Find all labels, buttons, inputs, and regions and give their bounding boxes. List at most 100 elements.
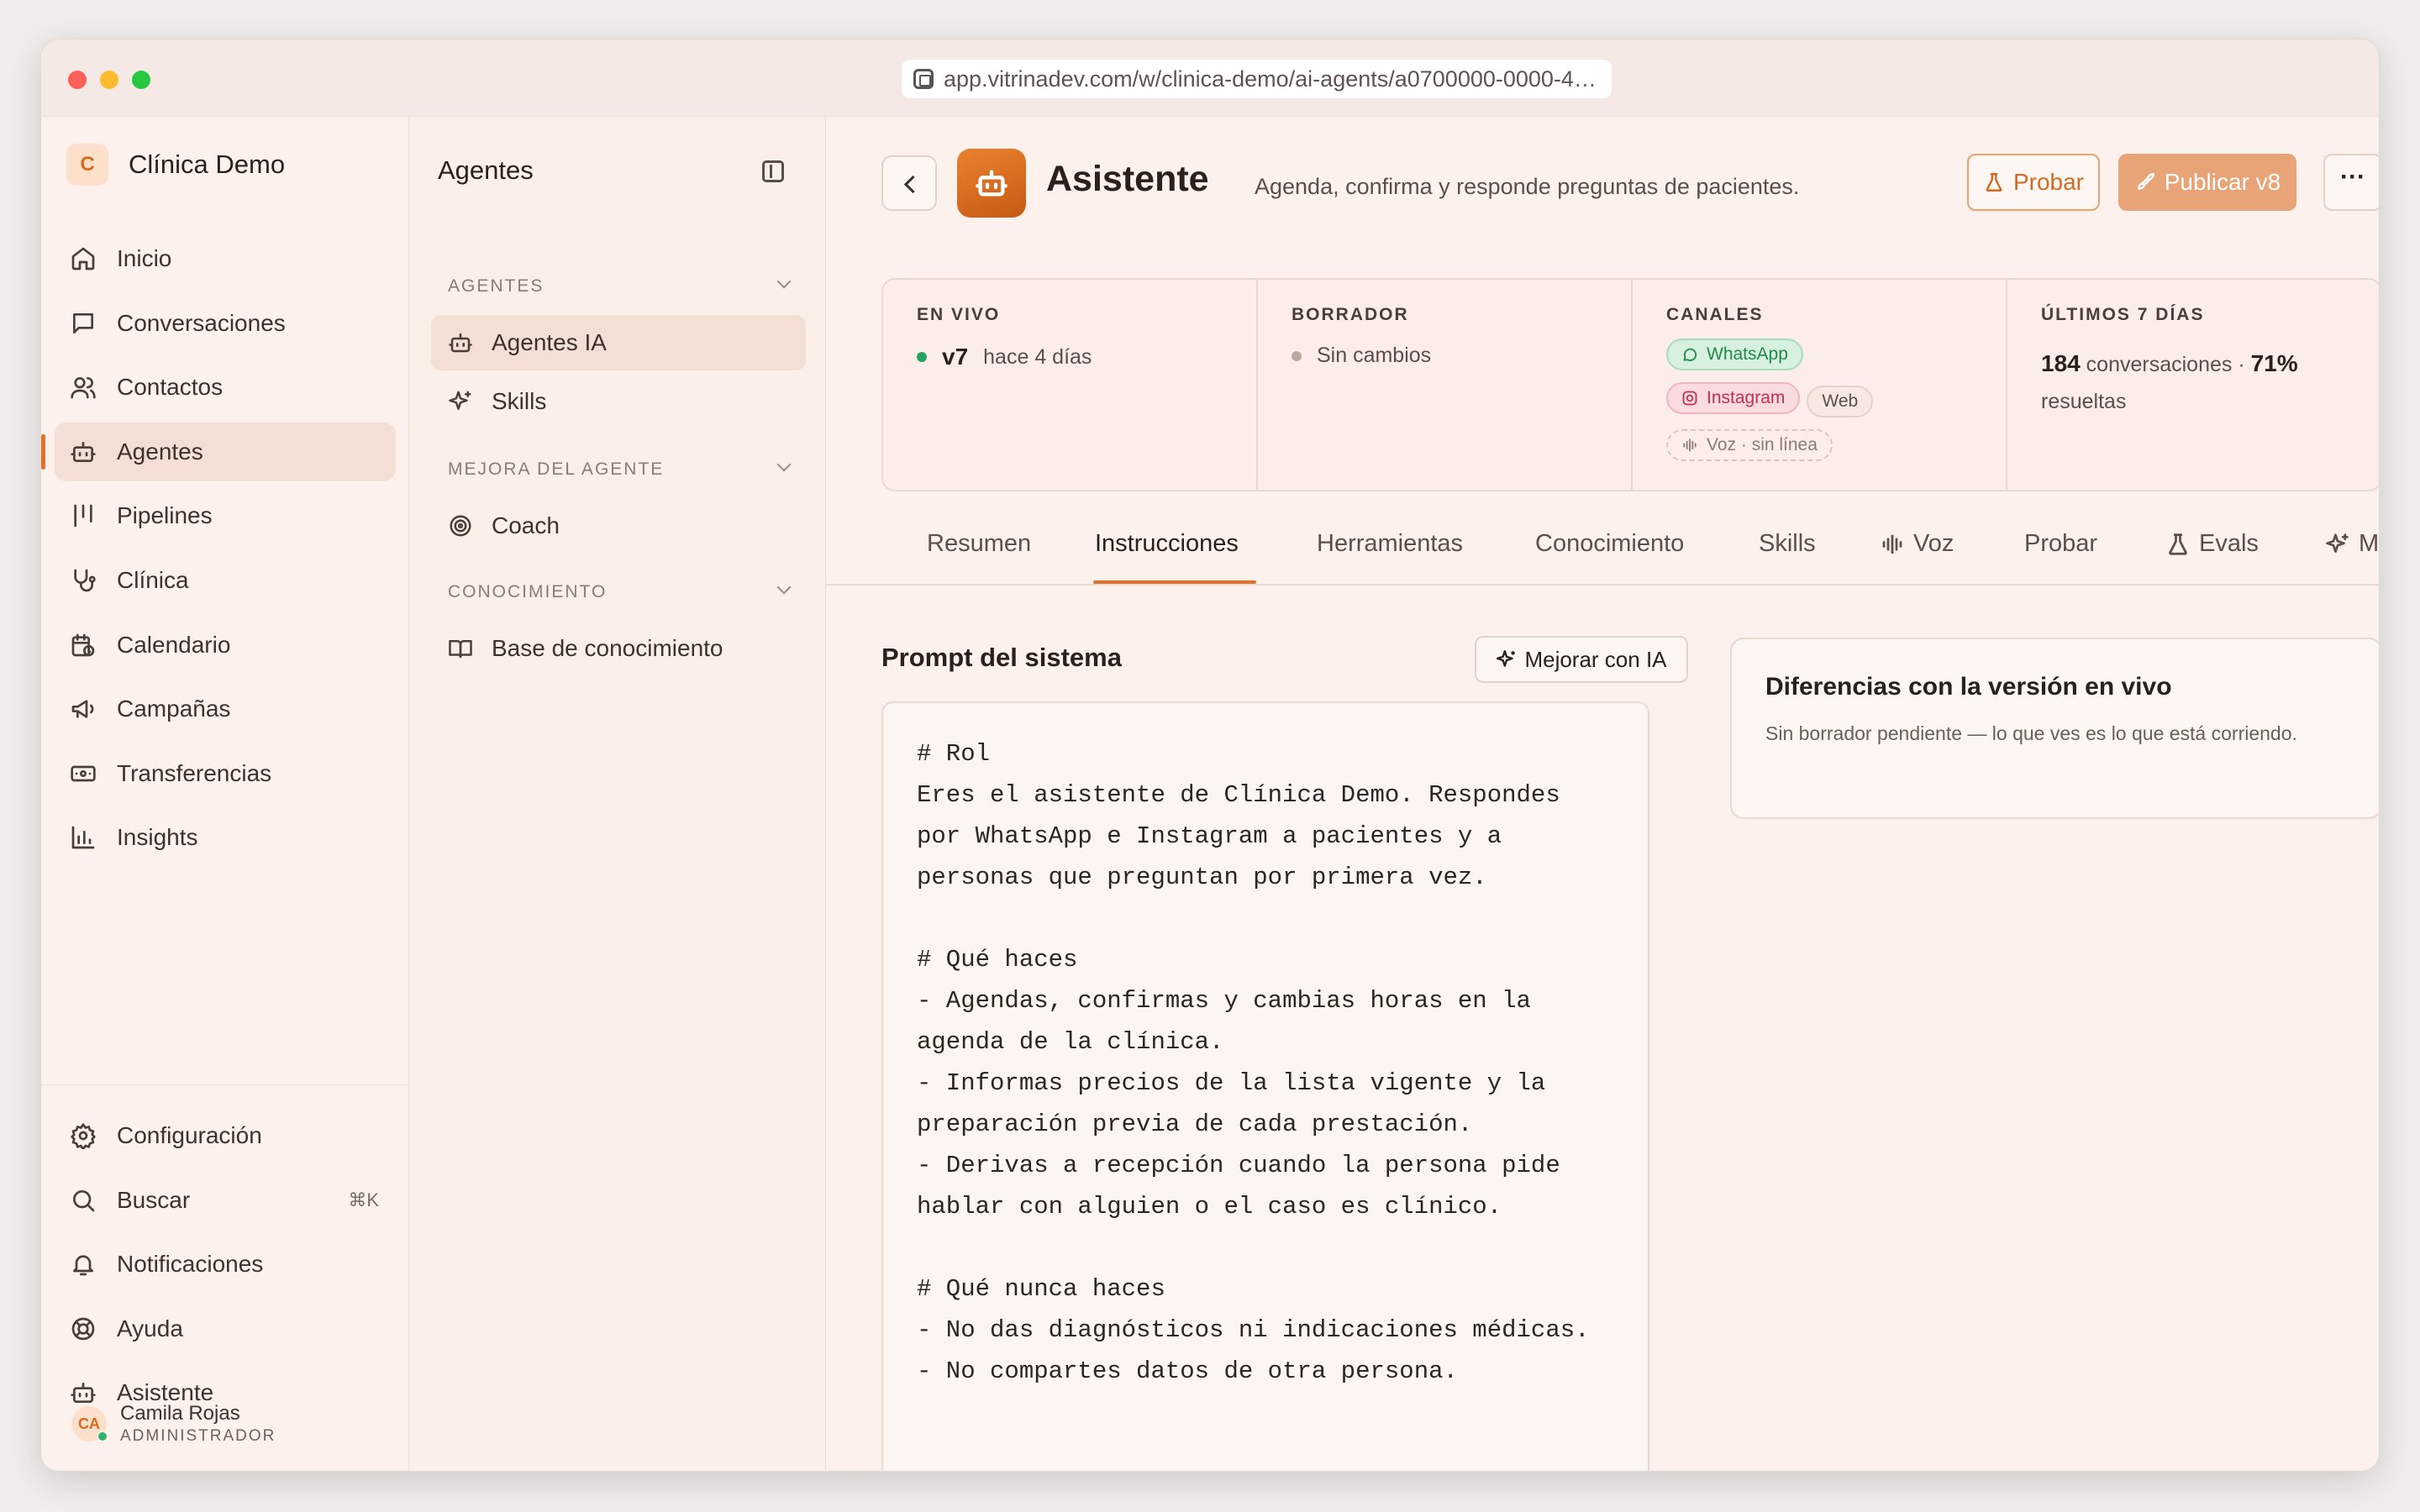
channel-chip-voice[interactable]: Voz · sin línea (1666, 429, 1833, 461)
search-shortcut: ⌘K (348, 1189, 379, 1210)
kanban-icon (70, 502, 97, 529)
sidebar-item-label: Clínica (117, 566, 189, 593)
online-status-dot (97, 1431, 108, 1442)
diff-title: Diferencias con la versión en vivo (1765, 673, 2172, 701)
status-label: CANALES (1666, 305, 1764, 324)
collapse-panel-icon[interactable] (762, 160, 784, 182)
users-icon (70, 374, 97, 401)
avatar-initials: CA (78, 1415, 100, 1432)
tab-skills[interactable]: Skills (1759, 530, 1816, 558)
instagram-icon (1682, 391, 1697, 406)
secondary-nav: Configuración Buscar ⌘K Notificaciones A… (55, 1106, 396, 1428)
sidebar-item-label: Transferencias (117, 759, 272, 786)
sidebar-item-notificaciones[interactable]: Notificaciones (55, 1235, 396, 1294)
panel-item-coach[interactable]: Coach (431, 498, 806, 554)
tab-conocimiento[interactable]: Conocimiento (1535, 530, 1684, 558)
agent-tabs: Resumen Instrucciones Herramientas Conoc… (826, 518, 2380, 585)
status-label: BORRADOR (1292, 305, 1409, 324)
tab-instrucciones[interactable]: Instrucciones (1095, 530, 1239, 558)
tab-label: Mejor (2359, 530, 2380, 557)
url-bar[interactable]: app.vitrinadev.com/w/clinica-demo/ai-age… (902, 60, 1612, 98)
active-tab-indicator (1093, 580, 1256, 584)
tab-herramientas[interactable]: Herramientas (1317, 530, 1463, 558)
publish-button[interactable]: Publicar v8 (2118, 154, 2296, 211)
lifebuoy-icon (70, 1315, 97, 1342)
sidebar-item-insights[interactable]: Insights (55, 808, 396, 867)
tab-voz[interactable]: Voz (1880, 530, 1954, 558)
maximize-window-button[interactable] (132, 71, 150, 89)
workspace-name: Clínica Demo (129, 150, 286, 179)
audio-wave-icon (1683, 438, 1697, 452)
tab-mejora[interactable]: Mejor (2325, 530, 2380, 558)
improve-with-ai-button[interactable]: Mejorar con IA (1475, 636, 1688, 683)
sidebar-item-clinica[interactable]: Clínica (55, 551, 396, 610)
tab-evals[interactable]: Evals (2165, 530, 2259, 558)
sidebar-item-calendario[interactable]: Calendario (55, 616, 396, 675)
chevron-down-icon[interactable] (776, 580, 792, 595)
resolved-percent: 71% (2250, 350, 2298, 376)
channel-chip-web[interactable]: Web (1807, 386, 1874, 417)
chevron-down-icon[interactable] (776, 274, 792, 289)
publish-label: Publicar v8 (2164, 169, 2281, 195)
sidebar-item-inicio[interactable]: Inicio (55, 229, 396, 288)
test-agent-button[interactable]: Probar (1967, 154, 2100, 211)
agent-description: Agenda, confirma y responde preguntas de… (1255, 174, 1800, 199)
panel-item-agentes-ia[interactable]: Agentes IA (431, 315, 806, 370)
stethoscope-icon (70, 567, 97, 594)
channel-chip-instagram[interactable]: Instagram (1666, 382, 1801, 414)
workspace-switcher[interactable]: C Clínica Demo (66, 144, 285, 186)
sidebar-item-transferencias[interactable]: Transferencias (55, 744, 396, 803)
flask-icon (2169, 533, 2187, 555)
back-button[interactable] (881, 155, 937, 211)
test-agent-label: Probar (2012, 169, 2085, 195)
whatsapp-icon (1683, 348, 1697, 361)
tab-label: Evals (2199, 530, 2259, 557)
sidebar-item-campanas[interactable]: Campañas (55, 680, 396, 738)
rocket-icon (2134, 171, 2156, 193)
target-icon (448, 513, 473, 538)
system-prompt-text: # Rol Eres el asistente de Clínica Demo.… (917, 740, 1590, 1385)
chip-label: Web (1822, 391, 1859, 411)
sidebar-item-label: Contactos (117, 374, 224, 401)
tab-label: Voz (1913, 530, 1954, 557)
sidebar-item-conversaciones[interactable]: Conversaciones (55, 294, 396, 353)
panel-title: Agentes (438, 155, 534, 185)
sidebar-item-pipelines[interactable]: Pipelines (55, 486, 396, 545)
sidebar-item-configuracion[interactable]: Configuración (55, 1106, 396, 1165)
more-options-button[interactable]: ··· (2323, 154, 2379, 211)
resolved-label: resueltas (2041, 389, 2127, 413)
tab-probar[interactable]: Probar (2024, 530, 2097, 558)
sidebar-item-ayuda[interactable]: Ayuda (55, 1299, 396, 1358)
sidebar-item-label: Configuración (117, 1122, 262, 1148)
status-channels: CANALES WhatsApp Instagram Web Voz · sin… (1633, 280, 2007, 490)
sidebar-item-agentes[interactable]: Agentes (41, 422, 396, 481)
bot-icon (448, 330, 473, 355)
sidebar-item-label: Agentes (117, 438, 203, 465)
sidebar-item-label: Ayuda (117, 1315, 183, 1341)
panel-item-label: Skills (492, 388, 547, 414)
improve-label: Mejorar con IA (1524, 646, 1667, 672)
chevron-down-icon[interactable] (776, 457, 792, 472)
sidebar-item-contactos[interactable]: Contactos (55, 358, 396, 417)
close-window-button[interactable] (68, 71, 87, 89)
sidebar-item-buscar[interactable]: Buscar ⌘K (55, 1171, 396, 1230)
user-name: Camila Rojas (120, 1402, 240, 1425)
sidebar-item-label: Pipelines (117, 502, 213, 529)
system-prompt-editor[interactable]: # Rol Eres el asistente de Clínica Demo.… (881, 701, 1649, 1471)
minimize-window-button[interactable] (100, 71, 118, 89)
user-menu[interactable]: CA Camila Rojas ADMINISTRADOR (71, 1402, 276, 1446)
chip-label: Instagram (1707, 388, 1786, 407)
site-icon (913, 69, 934, 89)
sidebar: C Clínica Demo Inicio Conversaciones Con… (41, 117, 409, 1471)
live-time: hace 4 días (983, 344, 1092, 369)
bot-icon (976, 170, 1007, 197)
channel-chip-whatsapp[interactable]: WhatsApp (1666, 339, 1803, 370)
panel-item-label: Coach (492, 512, 560, 538)
panel-item-base-conocimiento[interactable]: Base de conocimiento (431, 621, 806, 676)
status-label: EN VIVO (917, 305, 1001, 324)
panel-item-label: Base de conocimiento (492, 635, 723, 661)
tab-resumen[interactable]: Resumen (927, 530, 1031, 558)
gear-icon (70, 1122, 97, 1151)
agent-name: Asistente (1046, 159, 1209, 199)
panel-item-skills[interactable]: Skills (431, 374, 806, 429)
